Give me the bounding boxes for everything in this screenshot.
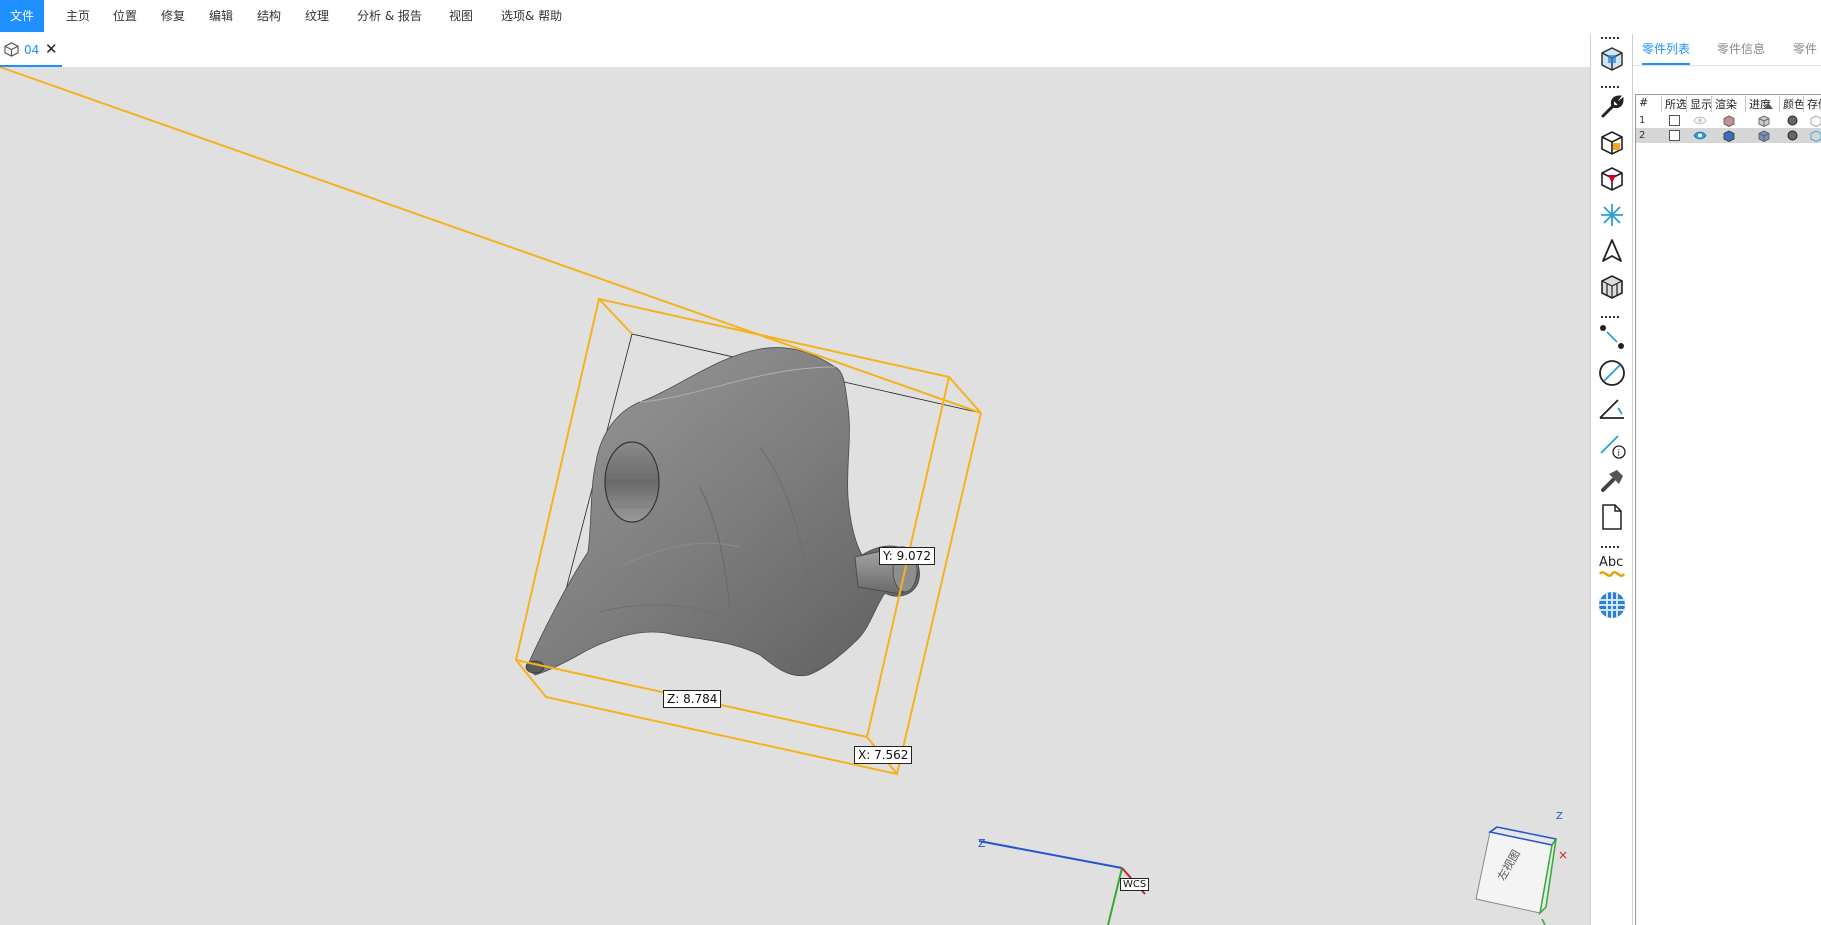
select-checkbox[interactable] <box>1669 115 1680 126</box>
part-3d-icon[interactable] <box>1597 44 1627 74</box>
menu-bar: 文件 主页 位置 修复 编辑 结构 纹理 分析 & 报告 视图 选项& 帮助 <box>0 0 1590 34</box>
color-swatch-icon[interactable] <box>1787 128 1798 143</box>
col-number[interactable]: # <box>1636 96 1662 112</box>
select-checkbox[interactable] <box>1669 130 1680 141</box>
abc-text-icon[interactable]: Abc <box>1597 552 1627 582</box>
row-number: 2 <box>1639 130 1646 141</box>
document-tab-label: 04 <box>24 43 40 57</box>
wcs-label: WCS <box>1120 878 1150 891</box>
menu-structure[interactable]: 结构 <box>253 0 285 32</box>
menu-texture[interactable]: 纹理 <box>301 0 333 32</box>
svg-text:i: i <box>1618 449 1621 459</box>
color-swatch-icon[interactable] <box>1787 113 1798 128</box>
angle-icon[interactable] <box>1597 394 1627 424</box>
col-storage[interactable]: 存储 <box>1804 96 1821 112</box>
document-tab[interactable]: 04 ✕ <box>0 36 62 67</box>
dimension-z-label: Z: 8.784 <box>663 690 722 708</box>
mesh-box-icon[interactable] <box>1597 272 1627 302</box>
tab-part-other[interactable]: 零件 <box>1793 40 1817 57</box>
hammer-icon[interactable] <box>1597 466 1627 496</box>
render-cube-icon[interactable] <box>1723 128 1735 143</box>
separator <box>1601 316 1619 318</box>
3d-viewport[interactable]: Z Z × Y: 9.072 Z: 8.784 X: 7.562 WCS 左视图 <box>0 67 1590 925</box>
tab-part-info[interactable]: 零件信息 <box>1717 40 1765 57</box>
separator <box>1601 86 1619 88</box>
sort-asc-icon <box>1764 98 1773 112</box>
arrow-icon[interactable] <box>1597 236 1627 266</box>
menu-edit[interactable]: 编辑 <box>205 0 237 32</box>
tab-parts-list[interactable]: 零件列表 <box>1642 40 1691 65</box>
mesh-cube-icon[interactable] <box>1758 113 1770 128</box>
menu-home[interactable]: 主页 <box>62 0 94 32</box>
parts-panel: 零件列表 零件信息 零件 # 所选 显示 渲染 进度 颜色 存储 1 <box>1632 34 1821 925</box>
view-cube[interactable]: Z × <box>1475 811 1568 925</box>
eye-hidden-icon[interactable] <box>1693 113 1707 128</box>
table-row[interactable]: 2 <box>1636 128 1821 143</box>
close-icon[interactable]: ✕ <box>45 40 58 58</box>
snowflake-icon[interactable] <box>1597 200 1627 230</box>
scene-canvas[interactable]: Z Z × <box>0 67 1590 925</box>
axis-z-label: Z <box>978 837 986 850</box>
render-cube-icon[interactable] <box>1723 113 1735 128</box>
col-color[interactable]: 颜色 <box>1780 96 1804 112</box>
separator <box>1601 37 1619 39</box>
parts-table: # 所选 显示 渲染 进度 颜色 存储 1 <box>1635 94 1821 925</box>
measure-info-icon[interactable]: i <box>1597 430 1627 460</box>
menu-view[interactable]: 视图 <box>445 0 477 32</box>
wrench-icon[interactable] <box>1597 92 1627 122</box>
dimension-x-label: X: 7.562 <box>854 746 913 764</box>
dimension-y-label: Y: 9.072 <box>879 547 935 565</box>
table-row[interactable]: 1 <box>1636 113 1821 128</box>
svg-text:Z: Z <box>1556 811 1563 822</box>
menu-options-help[interactable]: 选项& 帮助 <box>497 0 566 32</box>
menu-analysis-report[interactable]: 分析 & 报告 <box>353 0 426 32</box>
grid-sphere-icon[interactable] <box>1597 590 1627 620</box>
part-cube-icon <box>4 42 19 57</box>
storage-cube-icon[interactable] <box>1810 113 1821 128</box>
document-icon[interactable] <box>1597 502 1627 532</box>
point-distance-icon[interactable] <box>1597 322 1627 352</box>
box-red-icon[interactable] <box>1597 164 1627 194</box>
tabs-divider <box>1633 65 1821 66</box>
tool-strip: i Abc <box>1590 34 1632 925</box>
col-visible[interactable]: 显示 <box>1687 96 1712 112</box>
svg-text:Abc: Abc <box>1599 555 1623 570</box>
storage-cube-icon[interactable] <box>1810 128 1821 143</box>
eye-visible-icon[interactable] <box>1693 128 1707 143</box>
box-select-icon[interactable] <box>1597 128 1627 158</box>
col-selected[interactable]: 所选 <box>1662 96 1687 112</box>
menu-repair[interactable]: 修复 <box>157 0 189 32</box>
col-render[interactable]: 渲染 <box>1712 96 1746 112</box>
mesh-cube-icon[interactable] <box>1758 128 1770 143</box>
row-number: 1 <box>1639 115 1646 126</box>
col-progress[interactable]: 进度 <box>1746 96 1780 112</box>
separator <box>1601 546 1619 548</box>
svg-text:×: × <box>1558 848 1568 862</box>
menu-position[interactable]: 位置 <box>109 0 141 32</box>
mesh-model[interactable] <box>525 347 920 677</box>
menu-file[interactable]: 文件 <box>0 0 45 32</box>
diameter-icon[interactable] <box>1597 358 1627 388</box>
